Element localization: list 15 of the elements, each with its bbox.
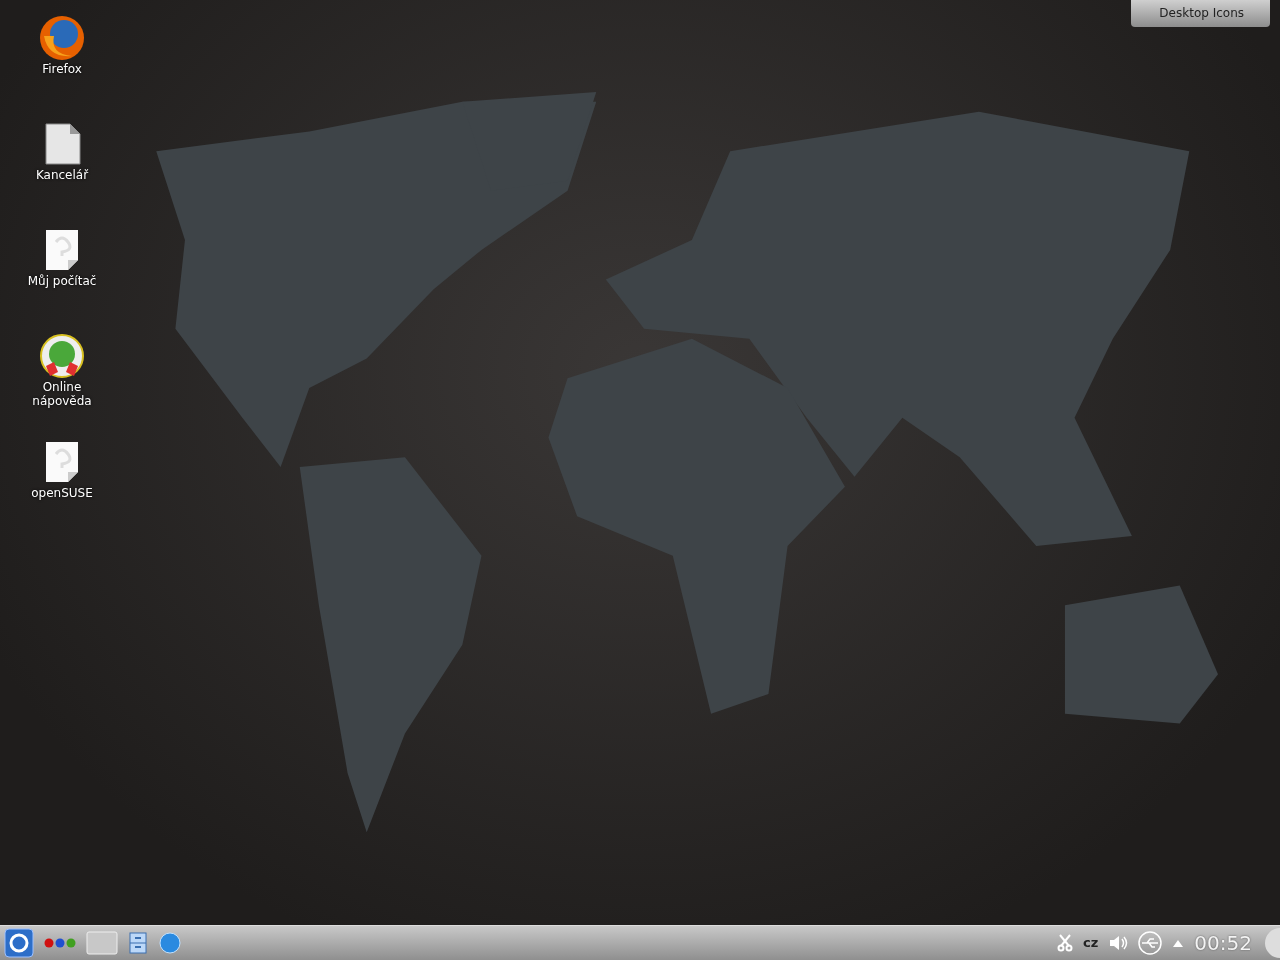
usb-icon[interactable] — [1138, 931, 1163, 955]
speaker-icon[interactable] — [1108, 934, 1129, 952]
desktop-pager-button[interactable] — [83, 931, 121, 955]
expand-tray-icon[interactable] — [1172, 939, 1185, 947]
desktop-icon-label[interactable]: Online nápověda — [14, 380, 110, 408]
keyboard-layout-indicator[interactable]: cz — [1083, 933, 1099, 953]
lifebuoy-icon[interactable] — [38, 332, 86, 380]
application-menu-button[interactable] — [1, 928, 37, 958]
desktop-icon-label[interactable]: Můj počítač — [27, 274, 97, 288]
firefox-icon[interactable] — [38, 14, 86, 62]
desktop-icon-label[interactable]: Firefox — [42, 62, 82, 76]
desktop-icon-label[interactable]: Kancelář — [35, 168, 89, 182]
desktop-icon-label[interactable]: openSUSE — [31, 486, 93, 500]
scissors-icon[interactable] — [1057, 934, 1074, 952]
desktop-icons-toolbox-button[interactable]: Desktop Icons — [1131, 0, 1270, 27]
